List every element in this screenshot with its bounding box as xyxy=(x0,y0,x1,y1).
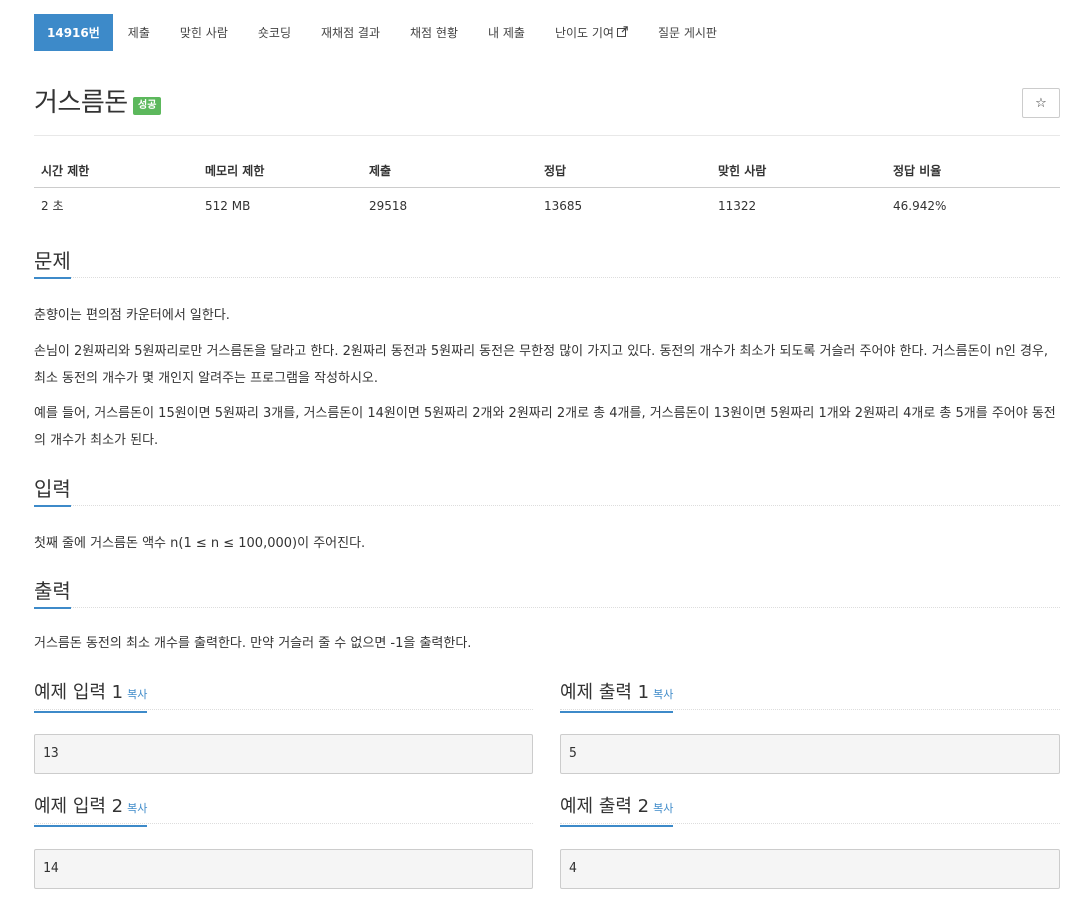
description-paragraph-2: 손님이 2원짜리와 5원짜리로만 거스름돈을 달라고 한다. 2원짜리 동전과 … xyxy=(34,344,1049,386)
sample-input-2-title: 예제 입력 2 xyxy=(34,796,124,817)
header-time-limit: 시간 제한 xyxy=(34,156,198,188)
tab-difficulty-label: 난이도 기여 xyxy=(554,26,614,40)
sample-output-2-header: 예제 출력 2 복사 xyxy=(560,794,1060,827)
sample-output-1-box[interactable]: 5 xyxy=(560,734,1060,774)
sample-input-1-title: 예제 입력 1 xyxy=(34,682,124,703)
problem-title-row: 거스름돈 성공 ☆ xyxy=(34,86,1060,136)
problem-menu-tabs: 14916번 제출 맞힌 사람 숏코딩 재채점 결과 채점 현황 내 제출 난이… xyxy=(34,14,732,51)
external-link-icon xyxy=(616,25,628,40)
value-time-limit: 2 초 xyxy=(41,199,64,213)
sample-output-2-title-wrap: 예제 출력 2 복사 xyxy=(560,794,674,827)
value-accepted: 13685 xyxy=(544,198,583,213)
sample-output-1-title: 예제 출력 1 xyxy=(560,682,650,703)
status-badge: 성공 xyxy=(133,97,162,115)
header-ratio: 정답 비율 xyxy=(886,156,1060,188)
sample-output-1-title-wrap: 예제 출력 1 복사 xyxy=(560,680,674,713)
output-header: 출력 xyxy=(34,578,1060,609)
tab-solved-users[interactable]: 맞힌 사람 xyxy=(165,14,243,51)
output-title: 출력 xyxy=(34,578,71,609)
value-ratio: 46.942% xyxy=(893,198,947,213)
description-paragraph-1: 춘향이는 편의점 카운터에서 일한다. xyxy=(34,308,230,323)
copy-sample-output-2-button[interactable]: 복사 xyxy=(653,802,673,815)
sample-output-2-title: 예제 출력 2 xyxy=(560,796,650,817)
sample-output-1-header: 예제 출력 1 복사 xyxy=(560,680,1060,713)
problem-title: 거스름돈 xyxy=(34,88,128,118)
copy-sample-input-2-button[interactable]: 복사 xyxy=(127,802,147,815)
tab-rejudge-results[interactable]: 재채점 결과 xyxy=(306,14,395,51)
copy-sample-input-1-button[interactable]: 복사 xyxy=(127,688,147,701)
description-paragraph-3: 예를 들어, 거스름돈이 15원이면 5원짜리 3개를, 거스름돈이 14원이면… xyxy=(34,406,1056,448)
tab-my-submissions[interactable]: 내 제출 xyxy=(473,14,540,51)
sample-input-2-header: 예제 입력 2 복사 xyxy=(34,794,533,827)
header-submissions: 제출 xyxy=(362,156,537,188)
header-solvers: 맞힌 사람 xyxy=(711,156,886,188)
tab-status[interactable]: 채점 현황 xyxy=(395,14,473,51)
input-header: 입력 xyxy=(34,476,1060,507)
sample-input-1-box[interactable]: 13 xyxy=(34,734,533,774)
tab-question-board[interactable]: 질문 게시판 xyxy=(643,14,732,51)
description-header: 문제 xyxy=(34,248,1060,279)
sample-output-2-box[interactable]: 4 xyxy=(560,849,1060,889)
value-solvers: 11322 xyxy=(718,198,757,213)
description-title: 문제 xyxy=(34,248,71,279)
header-accepted: 정답 xyxy=(537,156,711,188)
star-icon: ☆ xyxy=(1035,95,1047,111)
sample-input-2-box[interactable]: 14 xyxy=(34,849,533,889)
problem-info-table: 시간 제한 메모리 제한 제출 정답 맞힌 사람 정답 비율 2 초 512 M… xyxy=(34,156,1060,223)
sample-input-2-title-wrap: 예제 입력 2 복사 xyxy=(34,794,148,827)
header-memory-limit: 메모리 제한 xyxy=(198,156,362,188)
sample-input-1-title-wrap: 예제 입력 1 복사 xyxy=(34,680,148,713)
info-header-row: 시간 제한 메모리 제한 제출 정답 맞힌 사람 정답 비율 xyxy=(34,156,1060,188)
tab-problem[interactable]: 14916번 xyxy=(34,14,113,51)
input-title: 입력 xyxy=(34,476,71,507)
sample-input-1-header: 예제 입력 1 복사 xyxy=(34,680,533,713)
value-submissions: 29518 xyxy=(369,198,408,213)
info-value-row: 2 초 512 MB 29518 13685 11322 46.942% xyxy=(34,188,1060,224)
tab-difficulty-contribution[interactable]: 난이도 기여 xyxy=(540,14,643,51)
input-description: 첫째 줄에 거스름돈 액수 n(1 ≤ n ≤ 100,000)이 주어진다. xyxy=(34,536,366,551)
favorite-star-button[interactable]: ☆ xyxy=(1022,88,1060,118)
tab-short-coding[interactable]: 숏코딩 xyxy=(243,14,306,51)
output-description: 거스름돈 동전의 최소 개수를 출력한다. 만약 거슬러 줄 수 없으면 -1을… xyxy=(34,636,472,651)
value-memory-limit: 512 MB xyxy=(205,198,251,213)
tab-submit[interactable]: 제출 xyxy=(113,14,165,51)
copy-sample-output-1-button[interactable]: 복사 xyxy=(653,688,673,701)
